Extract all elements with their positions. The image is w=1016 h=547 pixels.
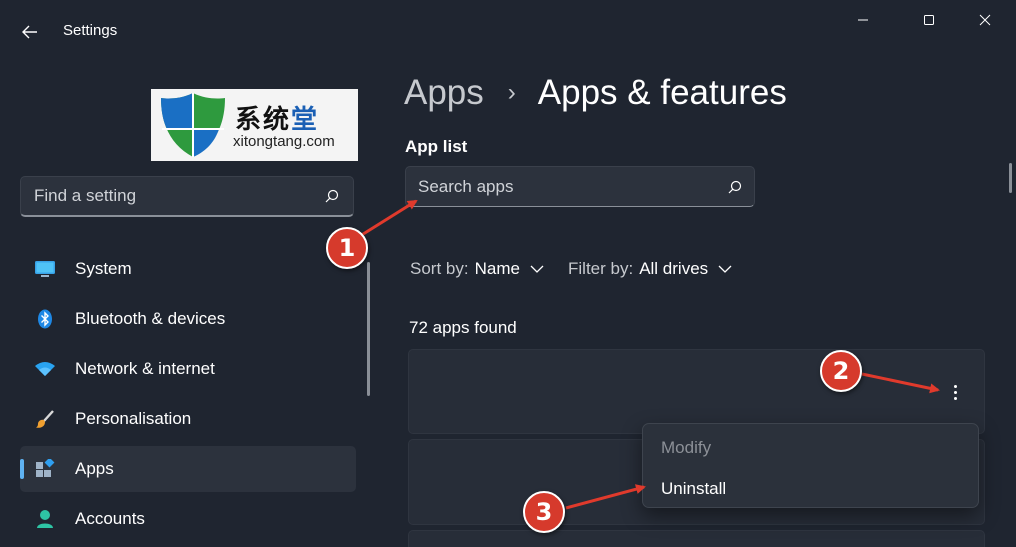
sidebar-item-system[interactable]: System xyxy=(20,246,356,292)
breadcrumb-parent-apps[interactable]: Apps xyxy=(404,73,484,113)
sidebar-item-label: Bluetooth & devices xyxy=(75,309,226,328)
app-context-menu: Modify Uninstall xyxy=(642,423,979,508)
active-indicator xyxy=(20,459,24,479)
person-icon xyxy=(34,509,56,529)
monitor-icon xyxy=(34,259,56,279)
annotation-badge-3: 3 xyxy=(523,491,565,533)
breadcrumb-separator: › xyxy=(507,79,516,106)
filter-dropdown[interactable]: Filter by: All drives xyxy=(568,259,732,279)
shield-logo-icon xyxy=(161,93,225,157)
sidebar-item-accounts[interactable]: Accounts xyxy=(20,496,356,542)
more-vertical-icon xyxy=(953,384,957,388)
app-list-item[interactable] xyxy=(408,530,985,547)
window-title: Settings xyxy=(63,22,118,39)
close-icon xyxy=(979,14,991,26)
annotation-badge-1: 1 xyxy=(326,227,368,269)
sidebar-item-apps[interactable]: Apps xyxy=(20,446,356,492)
sidebar-item-label: Apps xyxy=(75,459,114,478)
sidebar-item-network[interactable]: Network & internet xyxy=(20,346,356,392)
sidebar-item-bluetooth[interactable]: Bluetooth & devices xyxy=(20,296,356,342)
search-icon[interactable] xyxy=(325,189,339,203)
back-button[interactable] xyxy=(18,20,42,44)
settings-window: Settings 系统堂 xitongtang.com Find a setti… xyxy=(0,0,1016,547)
chevron-down-icon xyxy=(718,265,732,273)
sidebar-item-personalisation[interactable]: Personalisation xyxy=(20,396,356,442)
brush-icon xyxy=(34,409,56,429)
title-bar: Settings xyxy=(0,0,1016,62)
arrow-left-icon xyxy=(22,25,37,39)
chevron-down-icon xyxy=(530,265,544,273)
watermark-domain: xitongtang.com xyxy=(233,133,335,150)
search-apps-input[interactable] xyxy=(406,167,716,206)
sidebar-nav: System Bluetooth & devices Network & int… xyxy=(20,246,356,546)
maximize-button[interactable] xyxy=(906,6,952,34)
page-title: Apps & features xyxy=(537,73,787,112)
menu-item-modify: Modify xyxy=(661,438,712,457)
watermark-logo: 系统堂 xitongtang.com xyxy=(151,89,358,161)
sidebar-item-label: Network & internet xyxy=(75,359,215,378)
more-options-button[interactable] xyxy=(945,380,965,404)
apps-icon xyxy=(34,459,56,479)
close-button[interactable] xyxy=(962,6,1008,34)
sort-label: Sort by: xyxy=(410,259,469,278)
find-setting-input[interactable] xyxy=(21,177,311,215)
watermark-chinese-text: 系统堂 xyxy=(235,105,320,135)
section-title: App list xyxy=(405,137,468,156)
bluetooth-icon xyxy=(34,309,56,329)
wifi-icon xyxy=(34,359,56,379)
find-setting-search-box[interactable] xyxy=(20,176,354,217)
minimize-icon xyxy=(858,19,868,21)
sidebar-item-label: System xyxy=(75,259,132,278)
sidebar-scrollbar[interactable] xyxy=(367,262,370,396)
search-apps-box[interactable] xyxy=(405,166,755,207)
main-scrollbar[interactable] xyxy=(1009,163,1012,193)
maximize-icon xyxy=(924,15,934,25)
sidebar-item-label: Personalisation xyxy=(75,409,192,428)
menu-item-uninstall[interactable]: Uninstall xyxy=(661,479,726,499)
minimize-button[interactable] xyxy=(840,6,886,34)
annotation-badge-2: 2 xyxy=(820,350,862,392)
search-icon[interactable] xyxy=(728,180,742,194)
filter-value: All drives xyxy=(639,259,709,278)
sort-dropdown[interactable]: Sort by: Name xyxy=(410,259,544,279)
sidebar-item-label: Accounts xyxy=(75,509,145,528)
filter-label: Filter by: xyxy=(568,259,634,278)
sort-value: Name xyxy=(474,259,520,278)
breadcrumb: Apps › Apps & features xyxy=(404,73,787,113)
apps-found-count: 72 apps found xyxy=(409,318,517,337)
app-list-item[interactable] xyxy=(408,349,985,434)
